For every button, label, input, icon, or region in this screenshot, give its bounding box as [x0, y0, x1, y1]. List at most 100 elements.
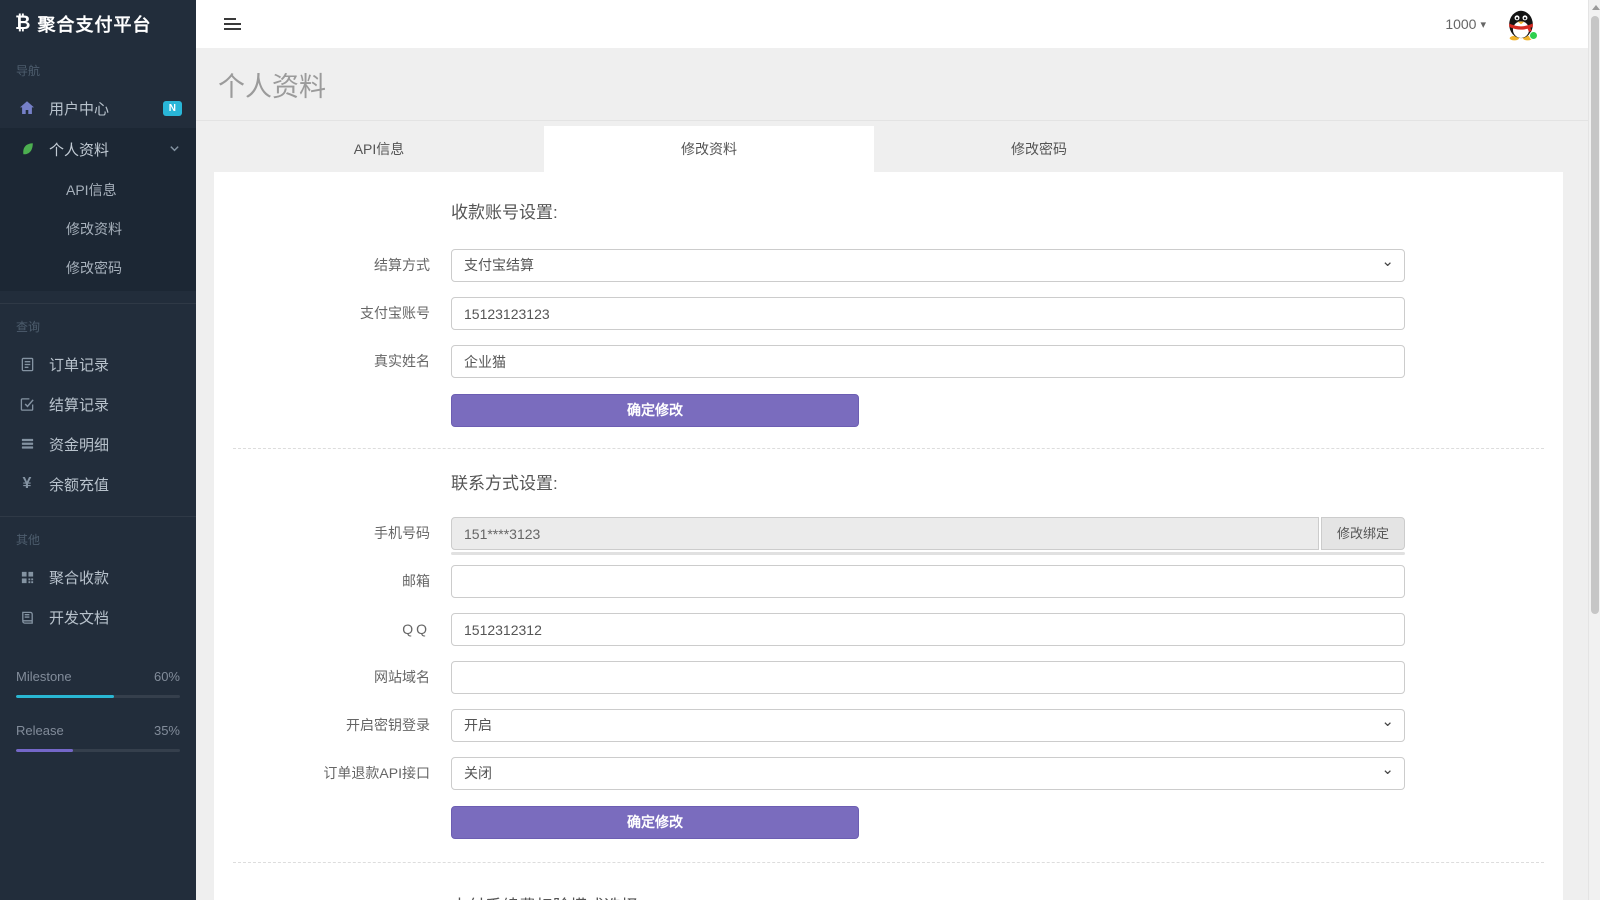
form-row-refund-api: 订单退款API接口 关闭 ⌄: [214, 757, 1563, 790]
milestone-progress-bar: [16, 695, 180, 698]
release-progress-bar: [16, 749, 180, 752]
field-label: 订单退款API接口: [214, 757, 430, 790]
section-heading-fee-mode: 支付手续费扣除模式选择:: [451, 892, 1563, 900]
section-divider: [233, 862, 1544, 863]
brand[interactable]: ₿ 聚合支付平台: [0, 0, 196, 48]
key-login-select[interactable]: 开启: [451, 709, 1405, 742]
sidebar-item-user-center[interactable]: 用户中心 N: [0, 88, 196, 128]
home-icon: [16, 100, 38, 116]
check-square-icon: [16, 397, 38, 412]
field-label: QQ: [214, 613, 430, 646]
sidebar-item-balance-recharge[interactable]: ¥ 余额充值: [0, 464, 196, 504]
field-label: 开启密钥登录: [214, 709, 430, 742]
release-value: 35%: [154, 723, 180, 738]
avatar[interactable]: [1504, 7, 1538, 41]
yen-icon: ¥: [16, 475, 38, 493]
payout-submit-button[interactable]: 确定修改: [451, 394, 859, 427]
user-id-dropdown[interactable]: 1000: [1445, 16, 1476, 32]
form-row-settle-method: 结算方式 支付宝结算 ⌄: [214, 249, 1563, 282]
phone-input: [451, 517, 1319, 550]
sidebar-item-label: 资金明细: [49, 434, 109, 455]
scrollbar-up-arrow[interactable]: [1592, 5, 1600, 10]
alipay-account-input[interactable]: [451, 297, 1405, 330]
form-row-phone: 手机号码 修改绑定: [214, 517, 1563, 555]
field-label: 网站域名: [214, 661, 430, 694]
form-row-domain: 网站域名: [214, 661, 1563, 694]
chevron-down-icon: [169, 141, 180, 158]
form-row-alipay-account: 支付宝账号: [214, 297, 1563, 330]
document-icon: [16, 357, 38, 372]
qr-code-icon: [16, 570, 38, 585]
main-area: 1000 ▾: [196, 0, 1600, 900]
page-header: 个人资料: [196, 48, 1600, 121]
section-divider: [233, 448, 1544, 449]
sidebar-item-label: 聚合收款: [49, 567, 109, 588]
scrollbar-thumb[interactable]: [1591, 16, 1599, 614]
sidebar-item-label: 余额充值: [49, 474, 109, 495]
sidebar-item-dev-docs[interactable]: 开发文档: [0, 597, 196, 637]
sidebar-item-edit-profile[interactable]: 修改资料: [0, 209, 196, 248]
sidebar-item-change-password[interactable]: 修改密码: [0, 248, 196, 287]
ledger-icon: [16, 437, 38, 452]
sidebar-section-nav: 导航: [0, 48, 196, 88]
sidebar-item-label: 订单记录: [49, 354, 109, 375]
bitcoin-icon: ₿: [15, 13, 30, 35]
milestone-progress: Milestone 60%: [16, 669, 180, 698]
new-badge: N: [163, 101, 182, 116]
form-row-email: 邮箱: [214, 565, 1563, 598]
tab-change-password[interactable]: 修改密码: [874, 126, 1204, 172]
qq-input[interactable]: [451, 613, 1405, 646]
sidebar-item-order-records[interactable]: 订单记录: [0, 344, 196, 384]
tab-edit-profile[interactable]: 修改资料: [544, 126, 874, 172]
leaf-icon: [16, 141, 38, 157]
section-heading-contact: 联系方式设置:: [451, 469, 1563, 494]
sidebar-item-profile[interactable]: 个人资料: [0, 128, 196, 170]
rebind-phone-button[interactable]: 修改绑定: [1321, 517, 1405, 550]
topbar: 1000 ▾: [196, 0, 1600, 48]
email-input[interactable]: [451, 565, 1405, 598]
sidebar-section-query: 查询: [0, 303, 196, 344]
sidebar-item-funds-detail[interactable]: 资金明细: [0, 424, 196, 464]
section-heading-payout: 收款账号设置:: [451, 198, 1563, 223]
brand-title: 聚合支付平台: [37, 11, 151, 37]
sidebar-item-aggregate-collect[interactable]: 聚合收款: [0, 557, 196, 597]
contact-submit-button[interactable]: 确定修改: [451, 806, 859, 839]
form-row-real-name: 真实姓名: [214, 345, 1563, 378]
sidebar-item-label: 个人资料: [49, 139, 109, 160]
caret-down-icon[interactable]: ▾: [1480, 18, 1486, 31]
milestone-label: Milestone: [16, 669, 72, 684]
sidebar-progress-zone: Milestone 60% Release 35%: [0, 669, 196, 752]
tab-api-info[interactable]: API信息: [214, 126, 544, 172]
field-label: 真实姓名: [214, 345, 430, 378]
online-status-dot: [1529, 31, 1538, 40]
field-label: 支付宝账号: [214, 297, 430, 330]
tab-bar: API信息 修改资料 修改密码: [214, 126, 1204, 172]
sidebar-toggle-icon[interactable]: [224, 18, 241, 30]
release-label: Release: [16, 723, 64, 738]
domain-input[interactable]: [451, 661, 1405, 694]
sidebar-item-label: 用户中心: [49, 98, 109, 119]
sidebar-item-api-info[interactable]: API信息: [0, 170, 196, 209]
phone-input-scrollbar[interactable]: [451, 552, 1405, 555]
sidebar-item-label: 结算记录: [49, 394, 109, 415]
form-row-key-login: 开启密钥登录 开启 ⌄: [214, 709, 1563, 742]
settle-method-select[interactable]: 支付宝结算: [451, 249, 1405, 282]
field-label: 手机号码: [214, 517, 430, 550]
sidebar-group-profile: 个人资料 API信息 修改资料 修改密码: [0, 128, 196, 291]
book-icon: [16, 610, 38, 625]
sidebar-section-other: 其他: [0, 516, 196, 557]
field-label: 邮箱: [214, 565, 430, 598]
sidebar: ₿ 聚合支付平台 导航 用户中心 N 个人资料 API信息 修改资料: [0, 0, 196, 900]
release-progress: Release 35%: [16, 723, 180, 752]
form-row-qq: QQ: [214, 613, 1563, 646]
refund-api-select[interactable]: 关闭: [451, 757, 1405, 790]
page-scrollbar[interactable]: [1588, 0, 1600, 900]
field-label: 结算方式: [214, 249, 430, 282]
sidebar-item-settlement-records[interactable]: 结算记录: [0, 384, 196, 424]
content-panel: 收款账号设置: 结算方式 支付宝结算 ⌄ 支付宝账号 真实姓名: [214, 172, 1563, 900]
sidebar-item-label: 开发文档: [49, 607, 109, 628]
app-window: ₿ 聚合支付平台 导航 用户中心 N 个人资料 API信息 修改资料: [0, 0, 1600, 900]
real-name-input[interactable]: [451, 345, 1405, 378]
milestone-value: 60%: [154, 669, 180, 684]
page-title: 个人资料: [196, 65, 326, 104]
